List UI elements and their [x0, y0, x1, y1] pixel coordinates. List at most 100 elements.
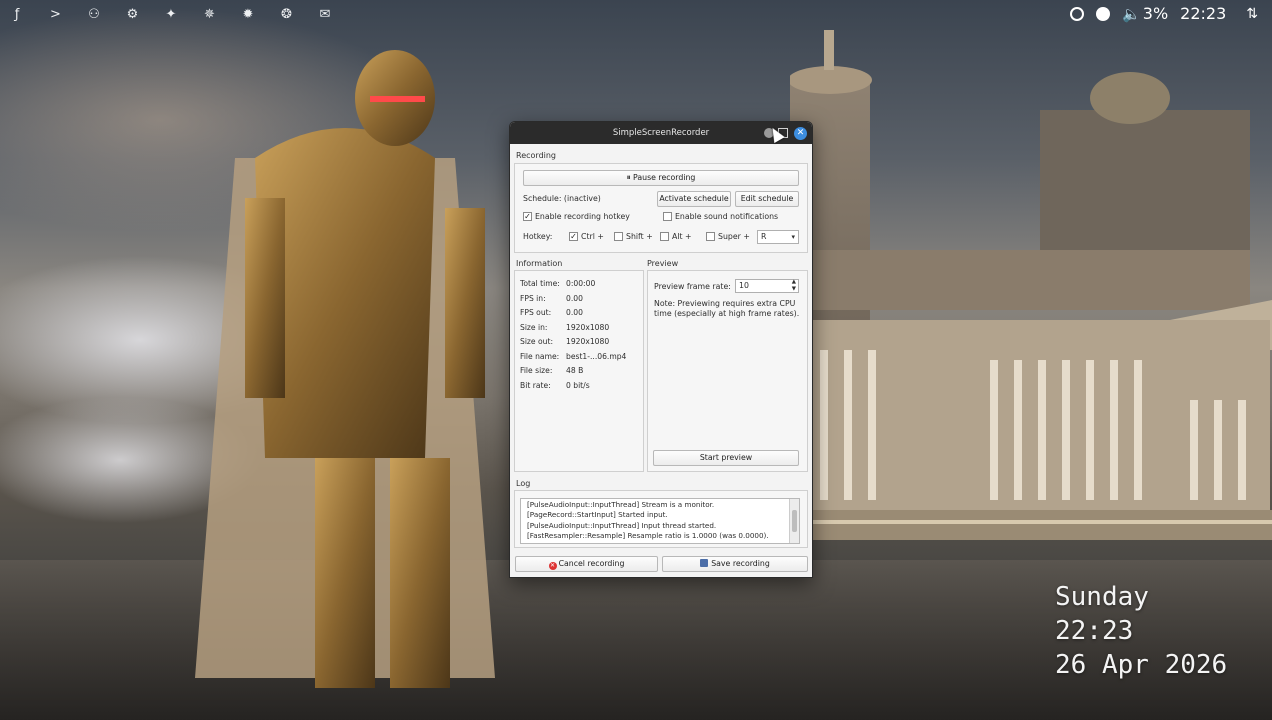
cancel-recording-label: Cancel recording: [558, 559, 625, 568]
desktop-clock-widget: Sunday 22:23 26 Apr 2026: [1055, 580, 1227, 682]
ssr-window: SimpleScreenRecorder ✕ Recording ⏸ Pause…: [509, 121, 813, 578]
save-icon: [700, 559, 709, 567]
info-row: Total time: 0:00:00: [520, 279, 595, 288]
ctrl-modifier-checkbox[interactable]: ✓ Ctrl +: [569, 232, 604, 241]
info-row: Size in: 1920x1080: [520, 323, 609, 332]
info-row: Bit rate: 0 bit/s: [520, 381, 590, 390]
mail-icon[interactable]: ✉: [312, 7, 338, 23]
super-label: Super +: [718, 232, 750, 241]
checkbox-box[interactable]: ✓: [523, 212, 532, 221]
aperture-icon[interactable]: ❂: [274, 7, 300, 23]
spin-arrows-icon[interactable]: ▲ ▼: [792, 279, 796, 292]
info-value: 1920x1080: [566, 337, 610, 346]
scrollbar-thumb[interactable]: [792, 510, 797, 532]
info-value: best1-...06.mp4: [566, 351, 627, 361]
enable-sound-label: Enable sound notifications: [675, 212, 779, 221]
info-value: 0.00: [566, 293, 583, 303]
desktop-clock-date: 26 Apr 2026: [1055, 650, 1228, 680]
edit-schedule-button[interactable]: Edit schedule: [735, 191, 799, 207]
desktop-clock-day: Sunday: [1055, 582, 1149, 612]
log-scrollbar[interactable]: [789, 499, 799, 543]
function-icon[interactable]: ƒ: [4, 7, 30, 23]
cancel-icon: ✕: [548, 562, 557, 570]
hotkey-key-value: R: [761, 232, 767, 241]
desktop-clock-time: 22:23: [1055, 616, 1134, 646]
log-line: [PageRecord::StartInput] Started input.: [527, 510, 668, 520]
information-heading: Information: [516, 259, 563, 268]
ctrl-label: Ctrl +: [581, 232, 604, 241]
info-row: File size: 48 B: [520, 366, 583, 375]
info-value: 0 bit/s: [566, 380, 590, 390]
palace-illustration: [790, 30, 1272, 540]
activate-schedule-button[interactable]: Activate schedule: [657, 191, 731, 207]
alt-modifier-checkbox[interactable]: Alt +: [660, 232, 692, 241]
info-value: 0.00: [566, 308, 583, 317]
preview-note-line2: time (especially at high frame rates).: [654, 309, 800, 318]
save-recording-label: Save recording: [711, 559, 770, 568]
preview-frame-rate-value: 10: [739, 281, 749, 290]
alt-label: Alt +: [672, 232, 692, 241]
cancel-recording-button[interactable]: ✕ Cancel recording: [515, 556, 658, 572]
info-value: 1920x1080: [566, 322, 610, 332]
chevron-down-icon: ▾: [791, 233, 795, 241]
network-icon[interactable]: ⇅: [1246, 6, 1258, 22]
checkbox-box[interactable]: [663, 212, 672, 221]
checkbox-box[interactable]: [706, 232, 715, 241]
circle-indicator-icon[interactable]: [1096, 6, 1111, 21]
top-panel: ƒ > ⚇ ⚙ ✦ ✵ ✹ ❂ ✉ 🔈 3% 22:23 ⇅: [0, 0, 1272, 30]
move-icon[interactable]: ✦: [158, 7, 184, 23]
preview-frame-rate-spinbox[interactable]: 10 ▲ ▼: [735, 279, 799, 293]
shift-label: Shift +: [626, 232, 653, 241]
info-row: FPS in: 0.00: [520, 294, 583, 303]
window-titlebar[interactable]: SimpleScreenRecorder ✕: [510, 122, 812, 144]
info-row: File name: best1-...06.mp4: [520, 352, 626, 361]
log-line: [PulseAudioInput::InputThread] Input thr…: [527, 520, 717, 530]
start-preview-button[interactable]: Start preview: [653, 450, 799, 466]
log-line: [FastResampler::Resample] Resample ratio…: [527, 531, 769, 541]
preview-frame-rate-label: Preview frame rate:: [654, 282, 731, 291]
volume-icon[interactable]: 🔈: [1122, 5, 1141, 23]
info-value: 48 B: [566, 366, 584, 375]
info-key: Total time:: [520, 279, 560, 288]
info-key: File size:: [520, 366, 553, 375]
log-textarea[interactable]: [PulseAudioInput::InputThread] Stream is…: [520, 498, 800, 544]
info-row: Size out: 1920x1080: [520, 337, 609, 346]
checkbox-box[interactable]: ✓: [569, 232, 578, 241]
enable-sound-checkbox[interactable]: Enable sound notifications: [663, 212, 778, 221]
info-key: FPS in:: [520, 293, 546, 303]
checkbox-box[interactable]: [614, 232, 623, 241]
info-value: 0:00:00: [566, 279, 596, 288]
brightness-icon[interactable]: ✵: [197, 7, 223, 23]
preview-note-line1: Note: Previewing requires extra CPU: [654, 299, 796, 308]
ring-indicator-icon[interactable]: [1070, 6, 1085, 21]
hotkey-label: Hotkey:: [523, 232, 553, 241]
window-title: SimpleScreenRecorder: [612, 128, 710, 138]
pause-recording-label: Pause recording: [633, 173, 696, 182]
schedule-status: Schedule: (inactive): [523, 194, 601, 203]
info-key: FPS out:: [520, 308, 552, 317]
terminal-icon[interactable]: >: [43, 7, 69, 23]
checkbox-box[interactable]: [660, 232, 669, 241]
screenshot-icon[interactable]: ⚇: [81, 7, 107, 23]
panel-clock[interactable]: 22:23: [1180, 4, 1226, 23]
log-line: [PulseAudioInput::InputThread] Stream is…: [527, 500, 715, 509]
save-recording-button[interactable]: Save recording: [662, 556, 808, 572]
info-key: Size out:: [520, 337, 553, 346]
sun-icon[interactable]: ✹: [235, 7, 261, 23]
shift-modifier-checkbox[interactable]: Shift +: [614, 232, 653, 241]
enable-hotkey-checkbox[interactable]: ✓ Enable recording hotkey: [523, 212, 630, 221]
preview-heading: Preview: [647, 259, 679, 268]
super-modifier-checkbox[interactable]: Super +: [706, 232, 750, 241]
enable-hotkey-label: Enable recording hotkey: [535, 212, 630, 221]
pause-recording-button[interactable]: ⏸ Pause recording: [523, 170, 799, 186]
info-key: File name:: [520, 351, 560, 361]
armored-knight-illustration: [195, 50, 495, 688]
hotkey-key-select[interactable]: R ▾: [757, 230, 799, 244]
volume-percent: 3%: [1142, 4, 1169, 23]
settings-gear-icon[interactable]: ⚙: [120, 7, 146, 23]
info-key: Bit rate:: [520, 380, 551, 390]
recording-heading: Recording: [516, 151, 557, 160]
info-key: Size in:: [520, 322, 548, 332]
close-button[interactable]: ✕: [794, 127, 807, 140]
system-tray: 🔈 3% 22:23 ⇅: [1070, 4, 1258, 23]
